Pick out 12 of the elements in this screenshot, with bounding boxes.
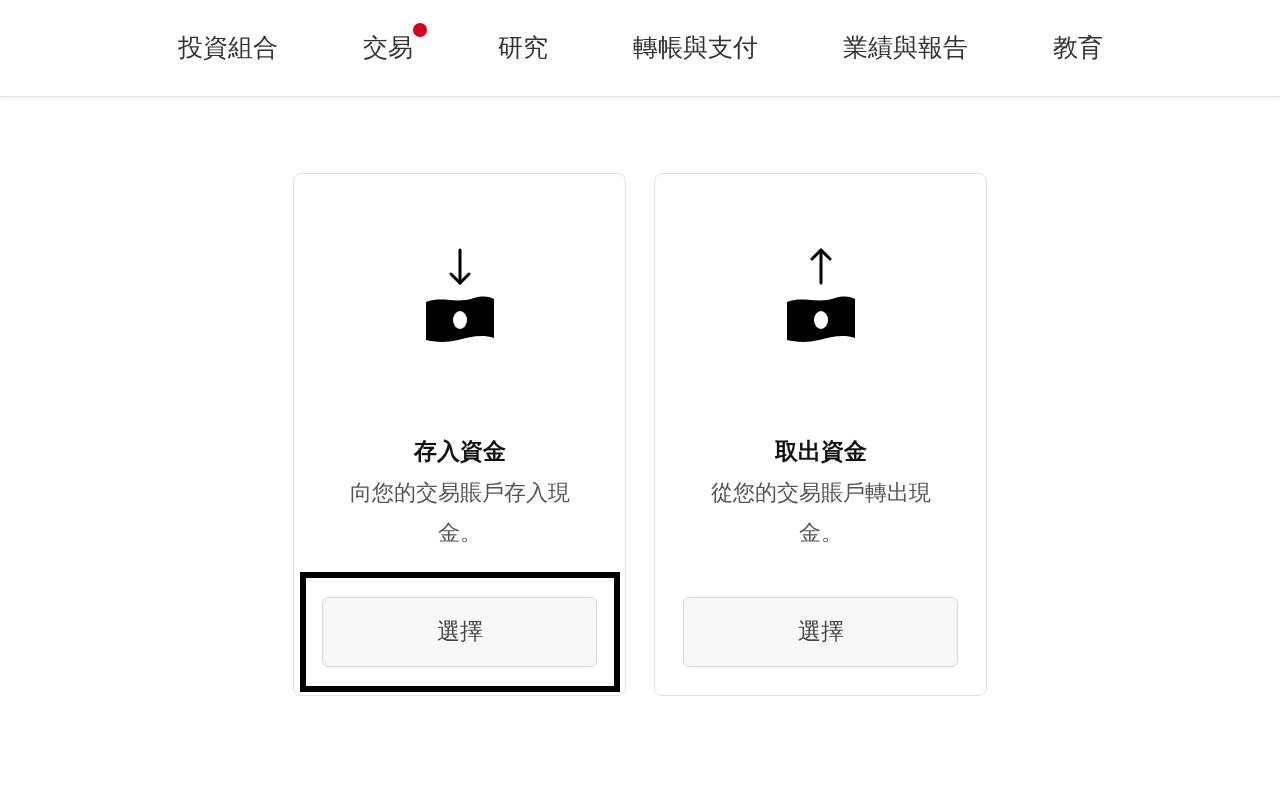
card-title: 取出資金 [774,437,867,466]
nav-link[interactable]: 教育 [1052,33,1103,63]
card-title: 存入資金 [413,437,506,466]
select-button[interactable]: 選擇 [683,596,958,667]
nav-link[interactable]: 業績與報告 [842,33,968,63]
card-description: 向您的交易賬戶存入現金。 [348,478,571,547]
nav-link[interactable]: 轉帳與支付 [632,33,758,63]
select-button[interactable]: 選擇 [322,596,597,667]
nav-link[interactable]: 交易 [362,33,413,63]
nav-link[interactable]: 投資組合 [177,33,278,63]
nav-link[interactable]: 研究 [497,33,548,63]
card-description: 從您的交易賬戶轉出現金。 [709,478,932,547]
